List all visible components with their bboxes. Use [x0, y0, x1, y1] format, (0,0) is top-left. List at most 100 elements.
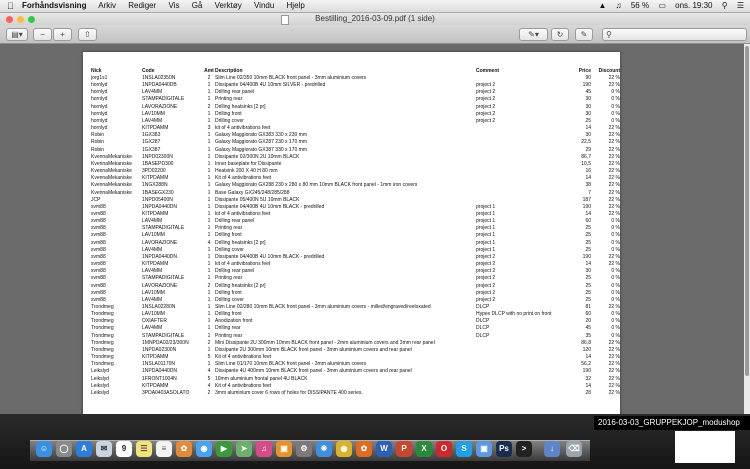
- skype-icon[interactable]: S: [456, 441, 472, 457]
- rotate-button[interactable]: ↻: [551, 28, 569, 41]
- table-row: Trondmeg LAV4MM 1 Drilling rear DLCP 45 0 %: [91, 325, 620, 332]
- markup-toolbar-button[interactable]: ✎: [575, 28, 593, 41]
- trash-icon[interactable]: ⌫: [566, 441, 582, 457]
- cell-price: 25: [585, 239, 591, 246]
- dock-thumbnail-preview[interactable]: [675, 431, 735, 463]
- finder-icon[interactable]: ☺: [36, 441, 52, 457]
- notes-icon[interactable]: ☰: [136, 441, 152, 457]
- cell-price: 30: [585, 132, 591, 139]
- volume-icon[interactable]: ♫: [616, 1, 622, 10]
- cell-description: Slim Line 02/350 10mm BLACK front panel …: [215, 75, 367, 81]
- maps-icon[interactable]: ➤: [236, 441, 252, 457]
- cell-code: KITPDAMM: [142, 125, 169, 132]
- firefox-icon[interactable]: ✿: [356, 441, 372, 457]
- system-preferences-icon[interactable]: ⚙: [296, 441, 312, 457]
- annotate-button[interactable]: ✎▾: [519, 28, 548, 41]
- sidebar-view-button[interactable]: ▤▾: [6, 28, 28, 41]
- cell-description: Printing rear: [215, 225, 243, 232]
- launchpad-icon[interactable]: ◯: [56, 441, 72, 457]
- chrome-icon[interactable]: ◉: [336, 441, 352, 457]
- cell-nick: hornlyd: [91, 89, 108, 96]
- reminders-icon[interactable]: ≡: [156, 441, 172, 457]
- cell-nick: Trondmeg: [91, 325, 114, 332]
- battery-icon[interactable]: ▭: [658, 1, 666, 10]
- scrollbar-thumb[interactable]: [745, 46, 749, 376]
- messages-icon[interactable]: ◉: [196, 441, 212, 457]
- cell-comment: Hypex DLCP with no print on front: [476, 311, 552, 318]
- cell-comment: [476, 175, 565, 182]
- cell-nick: Leikslyd: [91, 382, 110, 389]
- menu-verktoy[interactable]: Verktøy: [215, 1, 242, 10]
- calendar-icon[interactable]: 9: [116, 441, 132, 457]
- powerpoint-icon[interactable]: P: [396, 441, 412, 457]
- zoom-out-button[interactable]: −: [33, 28, 52, 41]
- cell-code: STAMPADIGITALE: [142, 225, 185, 232]
- photoshop-icon[interactable]: Ps: [496, 441, 512, 457]
- cell-discount: 0 %: [611, 117, 620, 124]
- cell-price: 120: [582, 346, 591, 353]
- cell-description: Printing rear: [215, 96, 243, 103]
- word-icon[interactable]: W: [376, 441, 392, 457]
- cell-nick: hornlyd: [91, 110, 108, 117]
- cell-amt: 1: [207, 153, 211, 160]
- cell-comment: [476, 197, 565, 204]
- table-row: hornlyd LAVORAZIONE 2 Drilling heatsinks [2…: [91, 104, 620, 111]
- mail-icon[interactable]: ✉: [96, 441, 112, 457]
- close-window-button[interactable]: [6, 16, 13, 23]
- downloads-stack-icon[interactable]: ↓: [544, 441, 560, 457]
- cell-amt: 1: [207, 346, 211, 353]
- notification-icon[interactable]: ☰: [737, 1, 744, 10]
- cell-discount: 22 %: [608, 146, 620, 153]
- menu-rediger[interactable]: Rediger: [128, 1, 156, 10]
- cell-code: STAMPADIGITALE: [142, 332, 185, 339]
- cell-nick: Leikslyd: [91, 368, 110, 375]
- cell-price: 25: [585, 275, 591, 282]
- cell-price: 90: [585, 75, 591, 81]
- clock[interactable]: ons. 19:30: [675, 1, 712, 10]
- zoom-window-button[interactable]: [28, 16, 35, 23]
- cell-comment: [476, 361, 565, 368]
- cell-discount: 22 %: [608, 153, 620, 160]
- cell-nick: svm88: [91, 239, 106, 246]
- apple-menu-icon[interactable]: : [7, 0, 14, 12]
- opera-icon[interactable]: O: [436, 441, 452, 457]
- cell-nick: KvennaMekaniske: [91, 189, 132, 196]
- preview-icon[interactable]: ▣: [476, 441, 492, 457]
- spotlight-icon[interactable]: ⚲: [722, 1, 728, 10]
- cell-comment: project 2: [476, 89, 496, 96]
- vertical-scrollbar[interactable]: [744, 44, 750, 414]
- menu-hjelp[interactable]: Hjelp: [287, 1, 305, 10]
- cell-description: Galaxy Maggiorato GX387 330 x 170 mm: [215, 146, 307, 153]
- battery-percent[interactable]: 56 %: [631, 1, 649, 10]
- safari-icon[interactable]: ❋: [316, 441, 332, 457]
- cell-price: 30: [585, 268, 591, 275]
- minimize-window-button[interactable]: [17, 16, 24, 23]
- cell-amt: 1: [207, 196, 211, 203]
- photos-icon[interactable]: ✿: [176, 441, 192, 457]
- cell-price: 25: [585, 289, 591, 296]
- facetime-icon[interactable]: ▶: [216, 441, 232, 457]
- share-button[interactable]: ⇧: [78, 28, 97, 41]
- app-store-icon[interactable]: A: [76, 441, 92, 457]
- table-row: Trondmeg STAMPADIGITALE 1 Printing rear DLCP…: [91, 333, 620, 340]
- terminal-icon[interactable]: >: [516, 441, 532, 457]
- ibooks-icon[interactable]: ▣: [276, 441, 292, 457]
- zoom-in-button[interactable]: +: [53, 28, 72, 41]
- menu-ga[interactable]: Gå: [192, 1, 203, 10]
- cell-discount: 0 %: [611, 268, 620, 275]
- menu-app-name[interactable]: Forhåndsvisning: [22, 1, 86, 10]
- cell-code: 1BASEPD300: [142, 160, 174, 167]
- menu-arkiv[interactable]: Arkiv: [98, 1, 116, 10]
- menu-vis[interactable]: Vis: [169, 1, 180, 10]
- menu-vindu[interactable]: Vindu: [254, 1, 274, 10]
- excel-icon[interactable]: X: [416, 441, 432, 457]
- cell-comment: project 2: [476, 268, 496, 275]
- cell-comment: project 2: [476, 110, 496, 117]
- table-row: svm88 STAMPADIGITALE 1 Printing rear project…: [91, 225, 620, 232]
- wifi-icon[interactable]: ▲: [598, 1, 606, 10]
- search-button[interactable]: ⚲: [602, 28, 747, 41]
- table-row: svm88 1NPDA0440DN 1 Dissipante 04/400B 4U 1…: [91, 204, 620, 211]
- cell-nick: Trondmeg: [91, 361, 114, 368]
- cell-discount: 22 %: [608, 354, 620, 361]
- itunes-icon[interactable]: ♫: [256, 441, 272, 457]
